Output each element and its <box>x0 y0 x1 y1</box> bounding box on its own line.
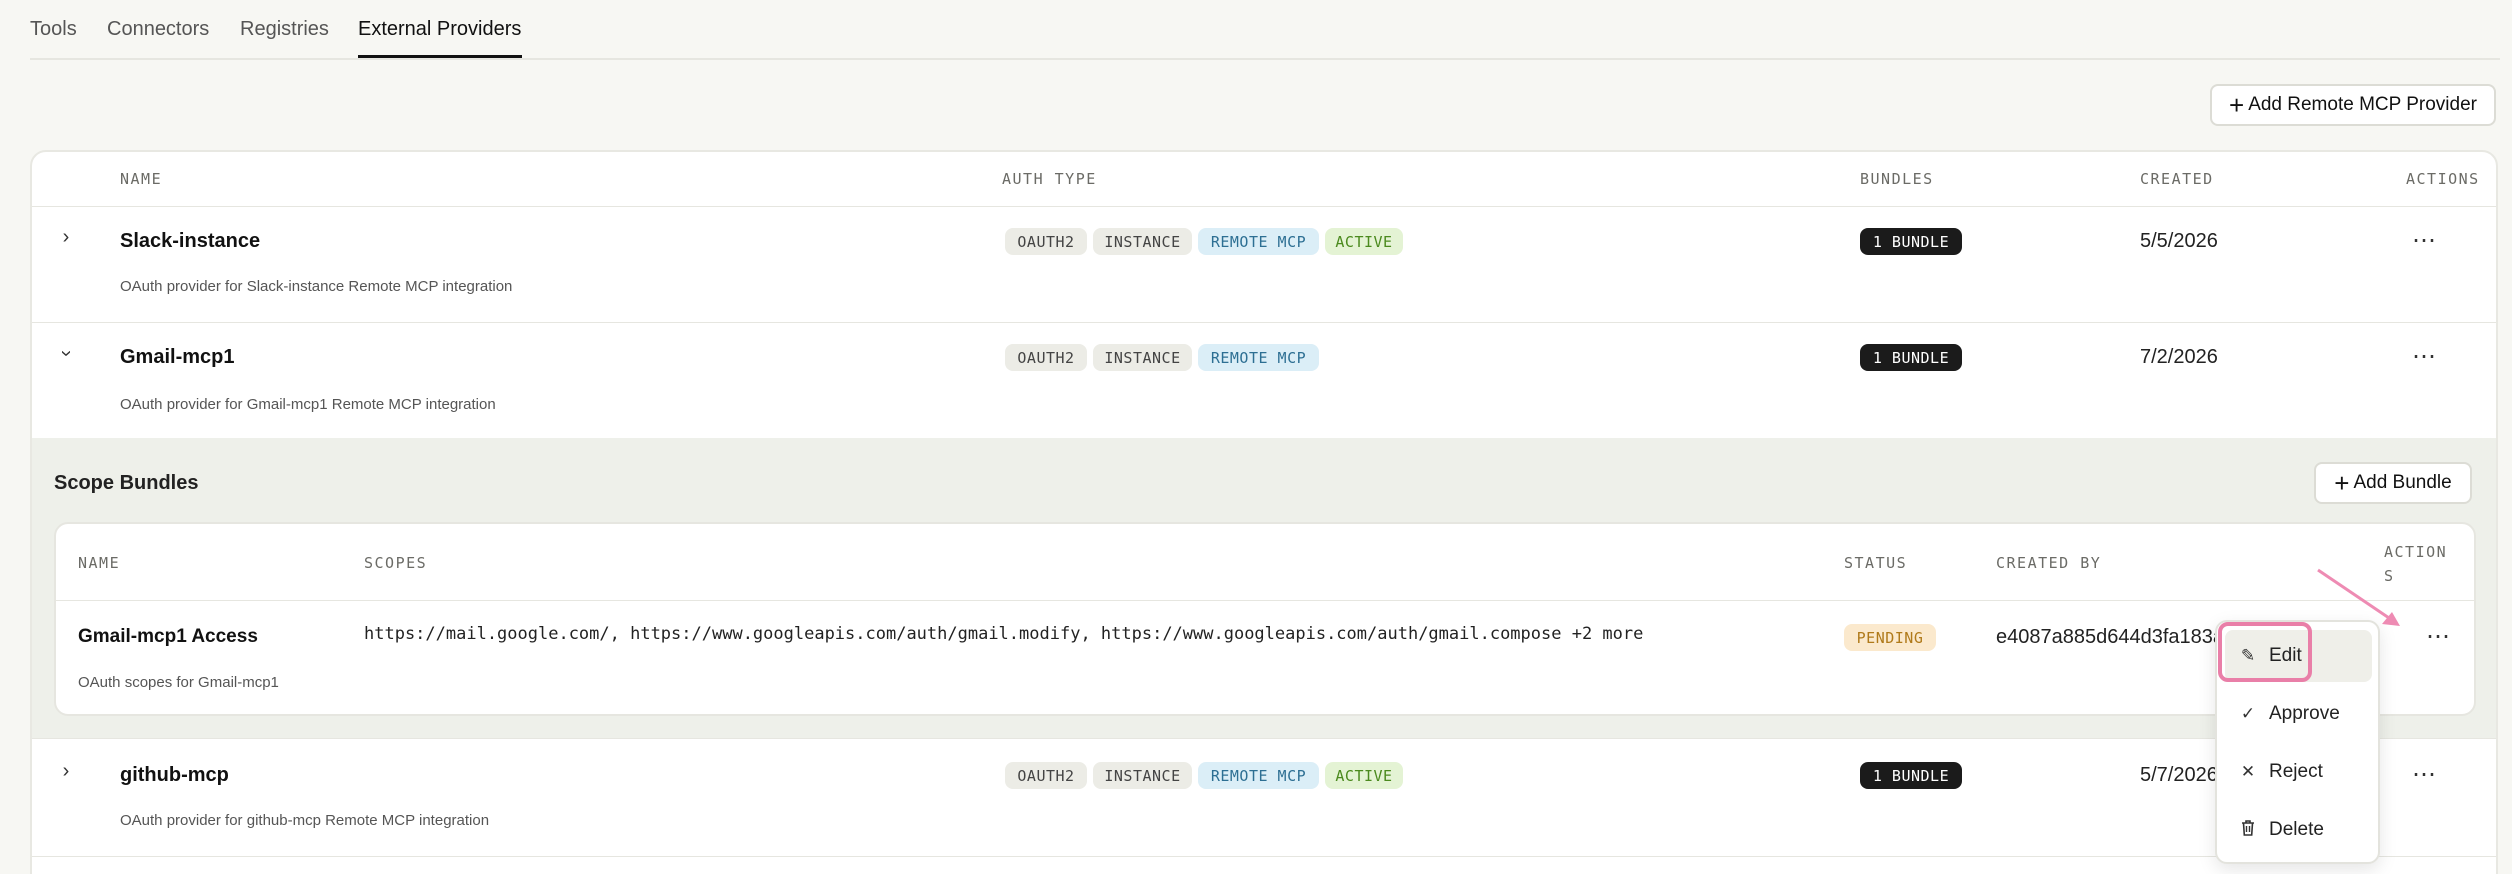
expand-chevron-icon[interactable]: › <box>54 760 78 783</box>
add-bundle-button[interactable]: + Add Bundle <box>2314 462 2472 504</box>
annotation-arrow-icon <box>2317 568 2400 626</box>
header-name: NAME <box>120 170 163 188</box>
header-status: STATUS <box>1844 554 1908 572</box>
bundle-actions-menu-icon[interactable]: ⋯ <box>2426 622 2452 651</box>
provider-name: Gmail-mcp1 <box>120 346 235 368</box>
check-icon: ✓ <box>2240 704 2256 723</box>
header-auth-type: AUTH TYPE <box>1002 170 1097 188</box>
tag-remote-mcp: REMOTE MCP <box>1198 228 1319 255</box>
tab-connectors[interactable]: Connectors <box>107 18 209 41</box>
provider-name: Slack-instance <box>120 230 261 252</box>
tag-active: ACTIVE <box>1325 762 1403 789</box>
add-remote-mcp-provider-label: Add Remote MCP Provider <box>2248 94 2477 115</box>
add-bundle-label: Add Bundle <box>2353 472 2452 493</box>
tag-active: ACTIVE <box>1325 228 1403 255</box>
row-actions-menu-icon[interactable]: ⋯ <box>2412 760 2438 789</box>
tab-bar: Tools Connectors Registries External Pro… <box>30 0 2500 60</box>
collapse-chevron-icon[interactable]: › <box>55 342 78 366</box>
menu-item-approve[interactable]: ✓ Approve <box>2225 688 2372 740</box>
divider <box>32 856 2496 857</box>
header-created: CREATED <box>2140 170 2214 188</box>
tag-remote-mcp: REMOTE MCP <box>1198 344 1319 371</box>
menu-item-reject[interactable]: ✕ Reject <box>2225 746 2372 798</box>
status-badge: PENDING <box>1844 624 1936 651</box>
active-tab-indicator <box>358 55 522 58</box>
header-name: NAME <box>78 554 121 572</box>
divider <box>32 206 2496 207</box>
tag-oauth2: OAUTH2 <box>1005 228 1087 255</box>
created-date: 5/5/2026 <box>2140 230 2218 252</box>
bundle-count-badge[interactable]: 1 BUNDLE <box>1860 762 1962 789</box>
header-actions: ACTIONS <box>2406 170 2480 188</box>
plus-icon: + <box>2229 90 2245 120</box>
tag-instance: INSTANCE <box>1093 228 1192 255</box>
menu-item-label: Delete <box>2269 819 2324 840</box>
expand-chevron-icon[interactable]: › <box>54 226 78 249</box>
tab-tools[interactable]: Tools <box>30 18 77 41</box>
tag-instance: INSTANCE <box>1093 762 1192 789</box>
bundle-count-badge[interactable]: 1 BUNDLE <box>1860 228 1962 255</box>
divider <box>32 738 2496 739</box>
divider <box>32 322 2496 323</box>
menu-item-label: Approve <box>2269 703 2340 724</box>
tab-external-providers[interactable]: External Providers <box>358 18 521 41</box>
created-date: 7/2/2026 <box>2140 346 2218 368</box>
row-actions-menu-icon[interactable]: ⋯ <box>2412 342 2438 371</box>
plus-icon: + <box>2334 468 2350 498</box>
tab-registries[interactable]: Registries <box>240 18 329 41</box>
highlight-box <box>2218 622 2312 682</box>
header-scopes: SCOPES <box>364 554 428 572</box>
bundle-count-badge[interactable]: 1 BUNDLE <box>1860 344 1962 371</box>
tag-oauth2: OAUTH2 <box>1005 344 1087 371</box>
bundle-description: OAuth scopes for Gmail-mcp1 <box>78 674 279 691</box>
add-remote-mcp-provider-button[interactable]: + Add Remote MCP Provider <box>2210 84 2496 126</box>
header-created-by: CREATED BY <box>1996 554 2102 572</box>
bundle-scopes: https://mail.google.com/, https://www.go… <box>364 624 1644 644</box>
tag-remote-mcp: REMOTE MCP <box>1198 762 1319 789</box>
scope-bundles-table: NAME SCOPES STATUS CREATED BY ACTION S G… <box>54 522 2476 716</box>
x-icon: ✕ <box>2240 762 2256 781</box>
header-bundles: BUNDLES <box>1860 170 1934 188</box>
provider-description: OAuth provider for Gmail-mcp1 Remote MCP… <box>120 396 496 413</box>
bundle-created-by: e4087a885d644d3fa183a78e <box>1996 626 2251 648</box>
divider <box>56 600 2474 601</box>
row-actions-menu-icon[interactable]: ⋯ <box>2412 226 2438 255</box>
provider-name: github-mcp <box>120 764 229 786</box>
created-date: 5/7/2026 <box>2140 764 2218 786</box>
scope-bundles-title: Scope Bundles <box>54 472 199 494</box>
menu-item-delete[interactable]: Delete <box>2225 804 2372 856</box>
tag-instance: INSTANCE <box>1093 344 1192 371</box>
providers-table: NAME AUTH TYPE BUNDLES CREATED ACTIONS ›… <box>30 150 2498 874</box>
menu-item-label: Reject <box>2269 761 2323 782</box>
provider-description: OAuth provider for Slack-instance Remote… <box>120 278 513 295</box>
bundle-name: Gmail-mcp1 Access <box>78 626 258 647</box>
provider-description: OAuth provider for github-mcp Remote MCP… <box>120 812 490 829</box>
tag-oauth2: OAUTH2 <box>1005 762 1087 789</box>
trash-icon <box>2239 819 2257 841</box>
